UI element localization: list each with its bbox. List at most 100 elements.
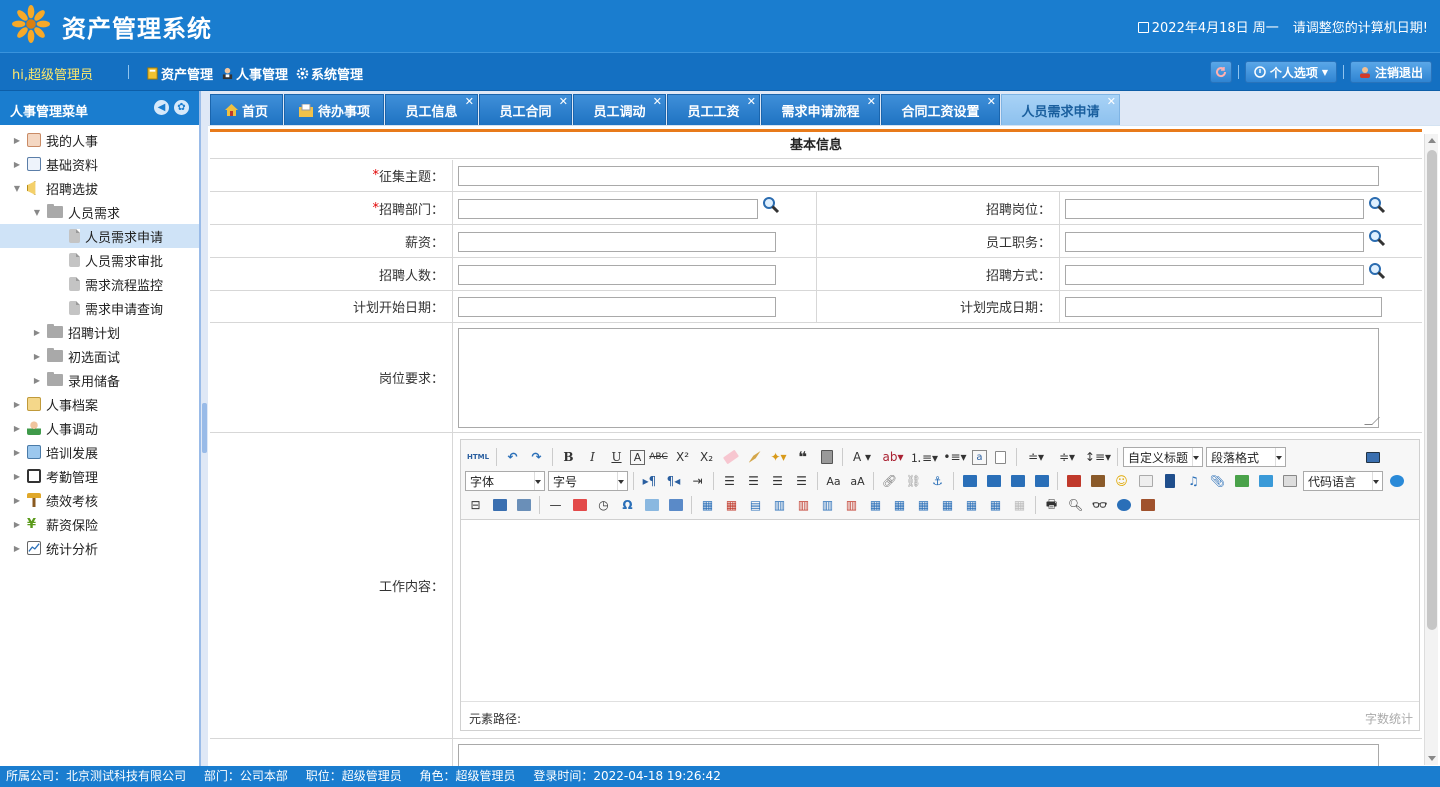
content-scrollbar[interactable]	[1424, 134, 1438, 765]
expand-arrow-icon[interactable]: ▶	[12, 424, 22, 433]
simple-upload-icon[interactable]	[1063, 471, 1084, 491]
insert-video-icon[interactable]	[1159, 471, 1180, 491]
undo-icon[interactable]: ↶	[502, 447, 523, 467]
tree-item-hire-reserve[interactable]: ▶ 录用储备	[0, 368, 199, 392]
expand-arrow-icon[interactable]: ▶	[12, 544, 22, 553]
font-size-select[interactable]: 字号	[548, 471, 628, 491]
image-none-icon[interactable]	[959, 471, 980, 491]
align-justify-icon[interactable]: ☰	[791, 471, 812, 491]
search-replace-icon[interactable]: 👓︎	[1089, 495, 1110, 515]
highlight-color-icon[interactable]: ab▾	[879, 447, 907, 467]
image-right-icon[interactable]	[1007, 471, 1028, 491]
tree-item-staff-demand[interactable]: ▼ 人员需求	[0, 200, 199, 224]
expand-arrow-icon[interactable]: ▶	[12, 448, 22, 457]
tree-item-attendance[interactable]: ▶ 考勤管理	[0, 464, 199, 488]
fullscreen-icon[interactable]	[1362, 447, 1383, 467]
music-icon[interactable]: ♫	[1183, 471, 1204, 491]
tab-staff-demand-apply[interactable]: 人员需求申请 ✕	[1001, 94, 1120, 125]
method-input[interactable]	[1065, 265, 1364, 285]
insert-table-icon[interactable]: ▦	[697, 495, 718, 515]
merge-cells-icon[interactable]: ▦	[865, 495, 886, 515]
tree-item-demand-query[interactable]: 需求申请查询	[0, 296, 199, 320]
expand-arrow-icon[interactable]: ▶	[12, 520, 22, 529]
html-source-button[interactable]: HTML	[465, 447, 491, 467]
splitter-handle[interactable]	[202, 403, 207, 453]
expand-arrow-icon[interactable]: ▶	[32, 352, 42, 361]
map-icon[interactable]	[1255, 471, 1276, 491]
expand-arrow-icon[interactable]: ▶	[12, 160, 22, 169]
merge-right-icon[interactable]: ▦	[889, 495, 910, 515]
insert-paragraph-before-table-icon[interactable]: ▤	[745, 495, 766, 515]
tree-item-performance[interactable]: ▶ 绩效考核	[0, 488, 199, 512]
paste-plain-icon[interactable]	[816, 447, 837, 467]
dept-input[interactable]	[458, 199, 758, 219]
end-date-input[interactable]	[1065, 297, 1382, 317]
insert-image-icon[interactable]	[1087, 471, 1108, 491]
tree-item-initial-interview[interactable]: ▶ 初选面试	[0, 344, 199, 368]
close-icon[interactable]: ✕	[1107, 95, 1116, 108]
font-family-select[interactable]: 字体	[465, 471, 545, 491]
expand-arrow-icon[interactable]: ▶	[12, 136, 22, 145]
scroll-up-icon[interactable]	[1428, 138, 1436, 143]
split-cells-icon[interactable]: ▦	[937, 495, 958, 515]
duty-input[interactable]	[1065, 232, 1364, 252]
subscript-icon[interactable]: X₂	[696, 447, 717, 467]
collapse-arrow-icon[interactable]: ▼	[12, 184, 22, 193]
page-break-icon[interactable]: ⊟	[465, 495, 486, 515]
close-icon[interactable]: ✕	[747, 95, 756, 108]
strikethrough-icon[interactable]: ABC	[648, 447, 669, 467]
tree-item-my-hr[interactable]: ▶ 我的人事	[0, 128, 199, 152]
sidebar-splitter[interactable]	[200, 91, 208, 766]
indent-icon[interactable]: ⇥	[687, 471, 708, 491]
insert-time-icon[interactable]: ◷	[593, 495, 614, 515]
split-cols-icon[interactable]: ▦	[985, 495, 1006, 515]
merge-down-icon[interactable]: ▦	[913, 495, 934, 515]
underline-icon[interactable]: U	[606, 447, 627, 467]
subject-input[interactable]	[458, 166, 1379, 186]
tab-employee-transfer[interactable]: 员工调动 ✕	[573, 94, 666, 125]
scroll-thumb[interactable]	[1427, 150, 1437, 630]
font-border-icon[interactable]: A	[630, 449, 645, 465]
requirements-textarea[interactable]	[458, 328, 1380, 428]
to-lowercase-icon[interactable]: aA	[847, 471, 868, 491]
font-color-icon[interactable]: A ▾	[848, 447, 876, 467]
eraser-icon[interactable]	[720, 447, 741, 467]
italic-icon[interactable]: I	[582, 447, 603, 467]
tree-item-staff-demand-approve[interactable]: 人员需求审批	[0, 248, 199, 272]
ordered-list-icon[interactable]: ⒈≡▾	[910, 447, 938, 467]
word-image-icon[interactable]	[641, 495, 662, 515]
line-height-icon[interactable]: ↕≡▾	[1084, 447, 1112, 467]
background-icon[interactable]	[513, 495, 534, 515]
tab-contract-salary-settings[interactable]: 合同工资设置 ✕	[881, 94, 1000, 125]
expand-arrow-icon[interactable]: ▶	[32, 376, 42, 385]
close-icon[interactable]: ✕	[867, 95, 876, 108]
tab-demand-flow[interactable]: 需求申请流程 ✕	[761, 94, 880, 125]
scroll-down-icon[interactable]	[1428, 756, 1436, 761]
tree-item-salary-insurance[interactable]: ▶ ¥ 薪资保险	[0, 512, 199, 536]
redo-icon[interactable]: ↷	[526, 447, 547, 467]
close-icon[interactable]: ✕	[559, 95, 568, 108]
insert-frame-icon[interactable]	[1279, 471, 1300, 491]
personal-options-button[interactable]: 个人选项 ▼	[1244, 61, 1337, 83]
link-icon[interactable]: 🔗︎	[879, 471, 900, 491]
select-all-icon[interactable]: a	[972, 449, 987, 465]
align-left-icon[interactable]: ☰	[719, 471, 740, 491]
editor-body[interactable]	[461, 521, 1419, 701]
custom-title-select[interactable]: 自定义标题	[1123, 447, 1203, 467]
next-textarea[interactable]	[458, 744, 1379, 767]
row-spacing-top-icon[interactable]: ≐▾	[1022, 447, 1050, 467]
search-icon[interactable]	[1368, 262, 1386, 280]
position-input[interactable]	[1065, 199, 1364, 219]
collapse-arrow-icon[interactable]: ▼	[32, 208, 42, 217]
resize-handle[interactable]	[1364, 417, 1380, 425]
tree-item-staff-demand-apply[interactable]: 人员需求申请	[0, 224, 199, 248]
tab-todo[interactable]: 待办事项	[284, 94, 384, 125]
template-icon[interactable]	[489, 495, 510, 515]
clear-doc-icon[interactable]	[990, 447, 1011, 467]
salary-input[interactable]	[458, 232, 776, 252]
superscript-icon[interactable]: X²	[672, 447, 693, 467]
insert-col-icon[interactable]: ▥	[817, 495, 838, 515]
start-date-input[interactable]	[458, 297, 776, 317]
anchor-icon[interactable]: ⚓︎	[927, 471, 948, 491]
drafts-icon[interactable]	[1137, 495, 1158, 515]
